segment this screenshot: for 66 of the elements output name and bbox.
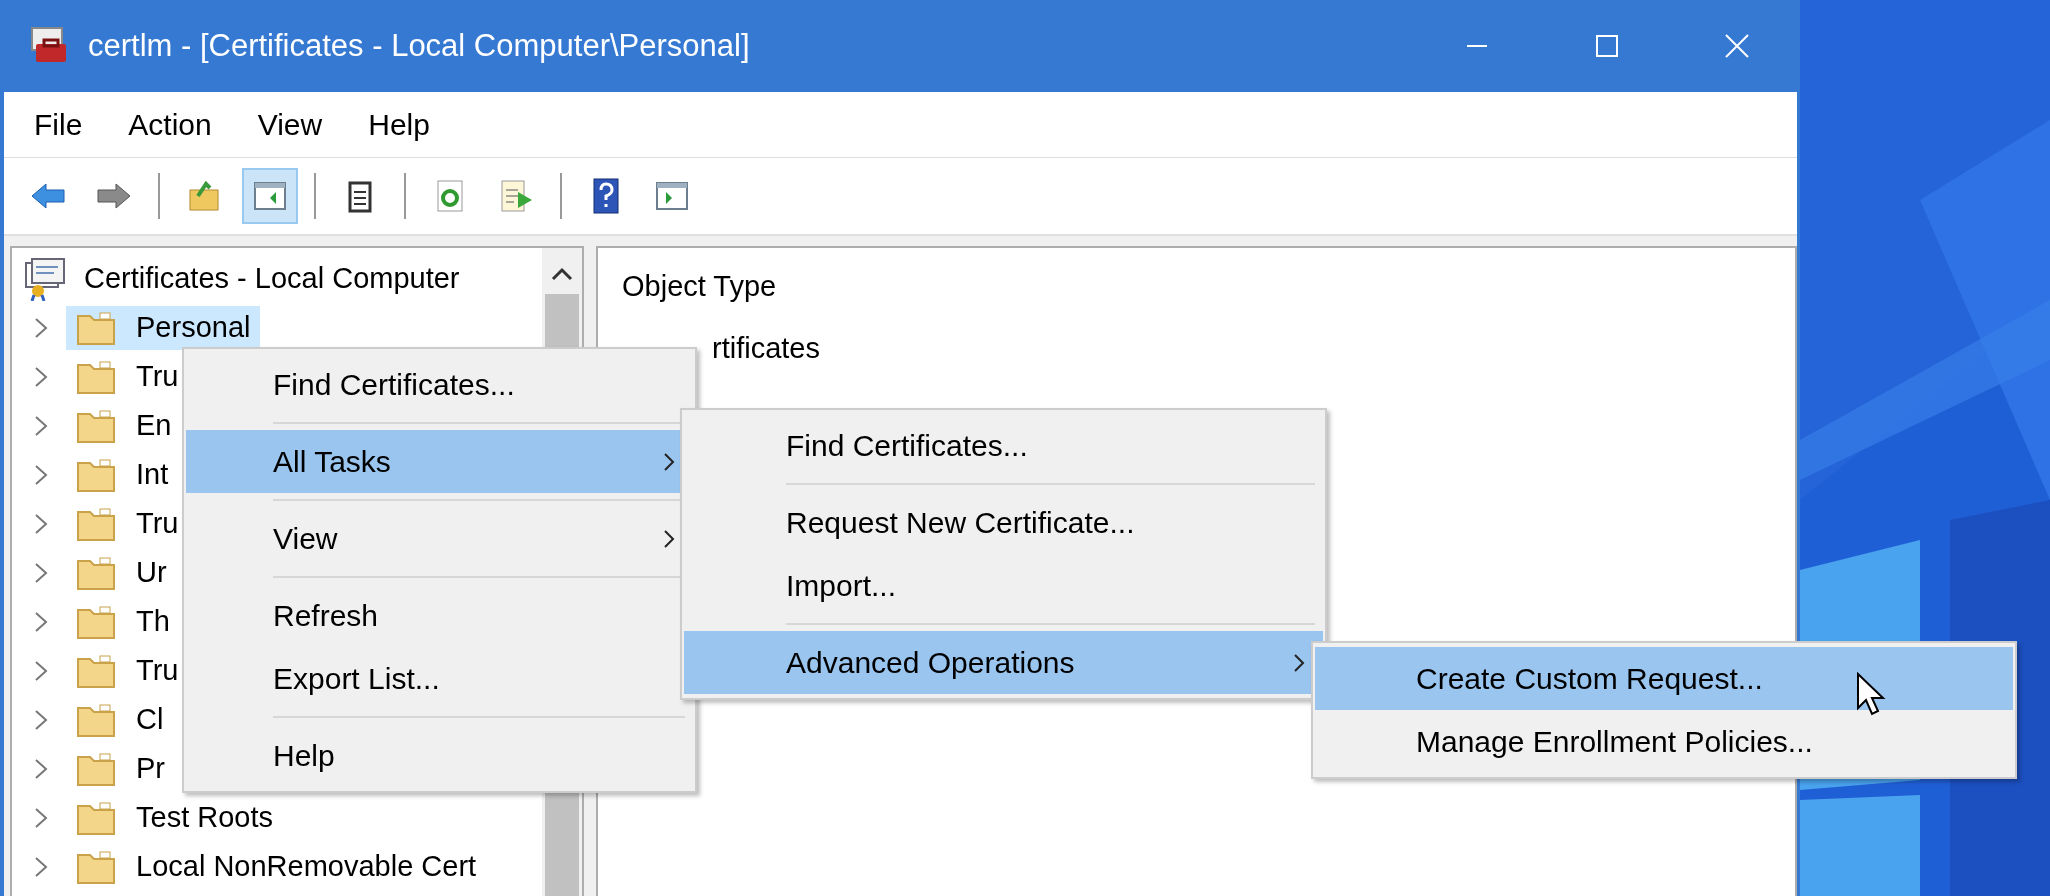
menu-bar-item[interactable]: Action bbox=[128, 107, 212, 142]
tree-item-label: Tru bbox=[136, 507, 179, 540]
tree-item-highlight[interactable]: Th bbox=[66, 599, 180, 644]
tree-item-highlight[interactable]: Tru bbox=[66, 354, 189, 399]
menu-bar-item[interactable]: View bbox=[257, 107, 323, 142]
folder-icon bbox=[76, 407, 116, 444]
menu-item[interactable]: Import... bbox=[684, 554, 1323, 617]
tree-item-highlight[interactable]: Pr bbox=[66, 746, 175, 791]
tree-item-highlight[interactable]: Test Roots bbox=[66, 795, 283, 840]
menu-item[interactable]: Request New Certificate... bbox=[684, 491, 1323, 554]
menu-item[interactable]: Find Certificates... bbox=[186, 353, 693, 416]
tree-item-label: Int bbox=[136, 458, 169, 491]
window-title: certlm - [Certificates - Local Computer\Personal] bbox=[88, 28, 750, 64]
tree-item-label: Th bbox=[136, 605, 170, 638]
folder-icon bbox=[76, 848, 116, 885]
tree-item-highlight[interactable]: Tru bbox=[66, 648, 189, 693]
tree-item-highlight[interactable]: Int bbox=[66, 452, 179, 497]
menu-item[interactable]: Help bbox=[186, 724, 693, 787]
folder-icon bbox=[76, 505, 116, 542]
tree-item-highlight[interactable]: Personal bbox=[66, 305, 261, 350]
expand-chevron-icon[interactable] bbox=[34, 708, 48, 731]
folder-icon bbox=[76, 750, 116, 787]
expand-chevron-icon[interactable] bbox=[34, 316, 48, 339]
expand-chevron-icon[interactable] bbox=[34, 414, 48, 437]
tree-item-label: Tru bbox=[136, 360, 179, 393]
tree-item-highlight[interactable]: Ur bbox=[66, 550, 177, 595]
menu-item[interactable]: Create Custom Request... bbox=[1315, 647, 2013, 710]
scroll-up-icon[interactable] bbox=[550, 266, 574, 282]
tree-item-label: Test Roots bbox=[136, 801, 273, 834]
tree-item-label: Personal bbox=[136, 311, 251, 344]
expand-chevron-icon[interactable] bbox=[34, 806, 48, 829]
expand-chevron-icon[interactable] bbox=[34, 610, 48, 633]
folder-icon bbox=[76, 603, 116, 640]
tree-item-label: Ur bbox=[136, 556, 167, 589]
tree-root-label[interactable]: Certificates - Local Computer bbox=[84, 262, 460, 295]
menu-bar-item[interactable]: File bbox=[34, 107, 83, 142]
menu-item[interactable]: Manage Enrollment Policies... bbox=[1315, 710, 2013, 773]
tree-item-highlight[interactable]: Tru bbox=[66, 501, 189, 546]
tree-item-label: Tru bbox=[136, 654, 179, 687]
certificate-icon bbox=[24, 256, 68, 301]
menu-bar-item[interactable]: Help bbox=[368, 107, 430, 142]
folder-icon bbox=[76, 456, 116, 493]
tree-item-label: Cl bbox=[136, 703, 164, 736]
folder-icon bbox=[76, 309, 116, 346]
expand-chevron-icon[interactable] bbox=[34, 855, 48, 878]
folder-icon bbox=[76, 799, 116, 836]
menu-item[interactable]: Advanced Operations bbox=[684, 631, 1323, 694]
tree-item-highlight[interactable]: Local NonRemovable Cert bbox=[66, 844, 487, 889]
expand-chevron-icon[interactable] bbox=[34, 463, 48, 486]
expand-chevron-icon[interactable] bbox=[34, 512, 48, 535]
tree-item-label: En bbox=[136, 409, 172, 442]
tree-item-highlight[interactable]: En bbox=[66, 403, 182, 448]
folder-icon bbox=[76, 652, 116, 689]
expand-chevron-icon[interactable] bbox=[34, 757, 48, 780]
expand-chevron-icon[interactable] bbox=[34, 561, 48, 584]
folder-icon bbox=[76, 554, 116, 591]
tree-item-label: Pr bbox=[136, 752, 165, 785]
column-header[interactable]: Object Type bbox=[622, 270, 777, 314]
folder-icon bbox=[76, 358, 116, 395]
folder-icon bbox=[76, 701, 116, 738]
tree-item-highlight[interactable]: Cl bbox=[66, 697, 174, 742]
expand-chevron-icon[interactable] bbox=[34, 659, 48, 682]
tree-toggle-button[interactable] bbox=[242, 168, 298, 224]
expand-chevron-icon[interactable] bbox=[34, 365, 48, 388]
pointer-icon bbox=[1856, 672, 1886, 718]
tree-item-label: Local NonRemovable Cert bbox=[136, 850, 477, 883]
